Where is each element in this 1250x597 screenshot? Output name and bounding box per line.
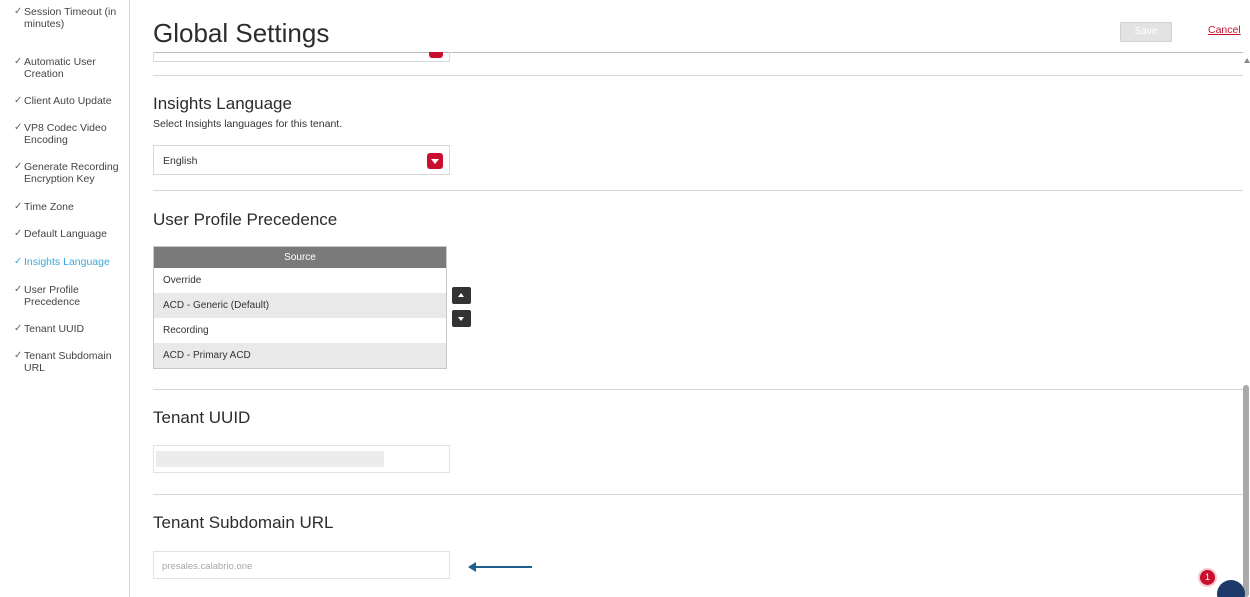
insights-language-title: Insights Language [153,94,292,113]
sidebar-item-generate-encryption-key[interactable]: ✓ Generate Recording Encryption Key [14,161,126,185]
section-divider [153,75,1243,76]
sidebar-item-time-zone[interactable]: ✓ Time Zone [14,201,126,213]
insights-language-description: Select Insights languages for this tenan… [153,118,343,130]
chevron-down-icon[interactable] [427,153,443,169]
table-row[interactable]: Override [154,268,446,293]
insights-language-select[interactable]: English [153,145,450,175]
sidebar-item-label: Default Language [24,228,107,240]
table-row[interactable]: Recording [154,318,446,343]
tenant-subdomain-url-field[interactable]: presales.calabrio.one [153,551,450,579]
default-language-select[interactable] [153,52,450,62]
sidebar-item-label: Generate Recording Encryption Key [24,161,119,185]
sidebar-item-label: Session Timeout (in minutes) [24,6,117,30]
tenant-uuid-title: Tenant UUID [153,408,251,427]
section-divider [153,494,1243,495]
cancel-link[interactable]: Cancel [1208,24,1241,36]
sidebar-item-label: Insights Language [24,256,110,268]
chat-launcher-icon[interactable] [1217,580,1245,597]
section-divider [153,389,1243,390]
check-icon: ✓ [14,161,23,172]
insights-language-value: English [163,155,198,167]
sidebar-nav: ✓ Session Timeout (in minutes) ✓ Automat… [0,0,130,597]
sidebar-item-default-language[interactable]: ✓ Default Language [14,228,126,240]
sidebar-item-vp8-codec[interactable]: ✓ VP8 Codec Video Encoding [14,122,126,146]
check-icon: ✓ [14,122,23,133]
section-divider [153,190,1243,191]
check-icon: ✓ [14,228,23,239]
sidebar-item-label: Automatic User Creation [24,56,96,80]
check-icon: ✓ [14,6,23,17]
chevron-down-icon [429,52,443,58]
sidebar-item-session-timeout[interactable]: ✓ Session Timeout (in minutes) [14,6,126,30]
tenant-subdomain-url-placeholder: presales.calabrio.one [162,561,253,572]
sidebar-item-automatic-user-creation[interactable]: ✓ Automatic User Creation [14,56,126,80]
move-up-button[interactable] [452,287,471,304]
page-title: Global Settings [153,18,330,48]
table-row[interactable]: ACD - Generic (Default) [154,293,446,318]
notification-widget[interactable]: 1 [1195,566,1250,597]
table-row[interactable]: ACD - Primary ACD [154,343,446,368]
check-icon: ✓ [14,95,23,106]
sidebar-item-insights-language[interactable]: ✓ Insights Language [14,256,126,268]
check-icon: ✓ [14,256,23,267]
arrow-left-icon [468,562,532,572]
check-icon: ✓ [14,350,23,361]
save-button[interactable]: Save [1120,22,1172,42]
tenant-uuid-field[interactable] [153,445,450,473]
sidebar-item-label: Tenant Subdomain URL [24,350,112,374]
check-icon: ✓ [14,323,23,334]
precedence-column-header: Source [154,247,446,268]
sidebar-item-label: User Profile Precedence [24,284,81,308]
sidebar-item-tenant-uuid[interactable]: ✓ Tenant UUID [14,323,126,335]
sidebar-item-tenant-subdomain-url[interactable]: ✓ Tenant Subdomain URL [14,350,126,374]
sidebar-item-label: Client Auto Update [24,95,112,107]
notification-badge: 1 [1198,568,1217,587]
scroll-up-icon[interactable] [1244,58,1250,63]
sidebar-item-user-profile-precedence[interactable]: ✓ User Profile Precedence [14,284,126,308]
check-icon: ✓ [14,56,23,67]
check-icon: ✓ [14,201,23,212]
sidebar-item-label: Tenant UUID [24,323,85,335]
sidebar-item-label: Time Zone [24,201,74,213]
check-icon: ✓ [14,284,23,295]
precedence-table: Source Override ACD - Generic (Default) … [153,246,447,369]
tenant-subdomain-url-title: Tenant Subdomain URL [153,513,334,532]
user-profile-precedence-title: User Profile Precedence [153,210,338,229]
sidebar-item-label: VP8 Codec Video Encoding [24,122,107,146]
tenant-uuid-value [156,451,384,467]
sidebar-item-client-auto-update[interactable]: ✓ Client Auto Update [14,95,126,107]
move-down-button[interactable] [452,310,471,327]
